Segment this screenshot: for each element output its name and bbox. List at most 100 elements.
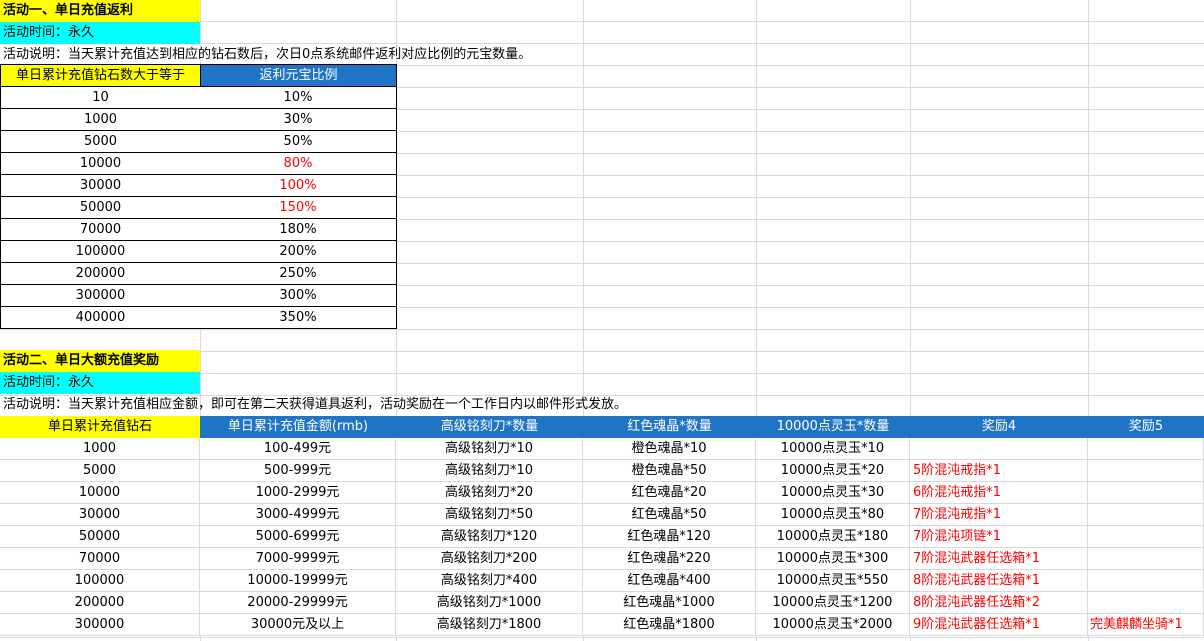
activity1-row-ratio: 300%	[200, 285, 397, 307]
activity1-row-diamonds: 10	[0, 87, 201, 109]
activity1-row-diamonds: 300000	[0, 285, 201, 307]
activity2-row-reward4: 6阶混沌戒指*1	[910, 482, 1088, 504]
activity2-row-amount: 1000-2999元	[200, 482, 396, 504]
activity1-row-ratio: 200%	[200, 241, 397, 263]
activity2-row-reward5	[1088, 570, 1204, 592]
activity1-row-diamonds: 50000	[0, 197, 201, 219]
activity2-row-jade: 10000点灵玉*30	[756, 482, 910, 504]
activity2-row-diamonds: 10000	[0, 482, 200, 504]
activity2-header-amount: 单日累计充值金额(rmb)	[200, 416, 396, 438]
activity2-row-crystal: 红色魂晶*1000	[583, 592, 756, 614]
activity2-header-reward4: 奖励4	[910, 416, 1088, 438]
activity1-row-diamonds: 200000	[0, 263, 201, 285]
activity2-header-reward5: 奖励5	[1088, 416, 1204, 438]
activity2-row-knife: 高级铭刻刀*200	[396, 548, 583, 570]
activity2-row-jade: 10000点灵玉*1200	[756, 592, 910, 614]
grid-line	[0, 637, 1204, 638]
activity2-row-knife: 高级铭刻刀*50	[396, 504, 583, 526]
activity1-row-ratio: 50%	[200, 131, 397, 153]
activity2-row-amount: 20000-29999元	[200, 592, 396, 614]
activity2-row-amount: 5000-6999元	[200, 526, 396, 548]
activity2-row-knife: 高级铭刻刀*120	[396, 526, 583, 548]
activity2-row-crystal: 红色魂晶*120	[583, 526, 756, 548]
activity2-row-reward5	[1088, 460, 1204, 482]
activity1-row-ratio: 150%	[200, 197, 397, 219]
activity2-row-amount: 100-499元	[200, 438, 396, 460]
activity2-row-jade: 10000点灵玉*20	[756, 460, 910, 482]
activity1-row-ratio: 30%	[200, 109, 397, 131]
activity1-row-ratio: 80%	[200, 153, 397, 175]
activity1-row-diamonds: 5000	[0, 131, 201, 153]
activity1-row-ratio: 350%	[200, 307, 397, 329]
activity2-row-reward5	[1088, 482, 1204, 504]
activity2-row-reward5	[1088, 504, 1204, 526]
activity2-row-crystal: 红色魂晶*400	[583, 570, 756, 592]
activity2-row-diamonds: 300000	[0, 614, 200, 636]
activity1-row-ratio: 10%	[200, 87, 397, 109]
activity1-header-diamonds: 单日累计充值钻石数大于等于	[0, 64, 201, 87]
activity2-row-reward4: 7阶混沌戒指*1	[910, 504, 1088, 526]
activity1-row-diamonds: 30000	[0, 175, 201, 197]
spreadsheet-grid: 活动一、单日充值返利 活动时间：永久 活动说明：当天累计充值达到相应的钻石数后，…	[0, 0, 1204, 641]
activity2-row-reward4: 8阶混沌武器任选箱*2	[910, 592, 1088, 614]
activity1-row-ratio: 250%	[200, 263, 397, 285]
activity2-row-reward4: 8阶混沌武器任选箱*1	[910, 570, 1088, 592]
activity1-title: 活动一、单日充值返利	[0, 0, 200, 22]
activity1-row-ratio: 180%	[200, 219, 397, 241]
grid-line	[0, 329, 1204, 330]
activity2-header-jade: 10000点灵玉*数量	[756, 416, 910, 438]
activity2-row-reward5	[1088, 592, 1204, 614]
activity2-row-diamonds: 200000	[0, 592, 200, 614]
activity2-header-diamonds: 单日累计充值钻石	[0, 416, 200, 438]
activity2-row-diamonds: 1000	[0, 438, 200, 460]
activity1-time: 活动时间：永久	[0, 22, 200, 44]
activity1-row-diamonds: 10000	[0, 153, 201, 175]
activity2-row-reward4: 9阶混沌武器任选箱*1	[910, 614, 1088, 636]
activity1-header-ratio: 返利元宝比例	[200, 64, 397, 87]
activity2-row-crystal: 红色魂晶*1800	[583, 614, 756, 636]
activity2-row-crystal: 橙色魂晶*10	[583, 438, 756, 460]
activity2-row-crystal: 红色魂晶*20	[583, 482, 756, 504]
activity2-row-amount: 500-999元	[200, 460, 396, 482]
activity1-row-diamonds: 70000	[0, 219, 201, 241]
activity2-row-amount: 3000-4999元	[200, 504, 396, 526]
activity1-description: 活动说明：当天累计充值达到相应的钻石数后，次日0点系统邮件返利对应比例的元宝数量…	[3, 47, 532, 62]
activity2-row-knife: 高级铭刻刀*10	[396, 438, 583, 460]
activity2-description: 活动说明：当天累计充值相应金额，即可在第二天获得道具返利，活动奖励在一个工作日内…	[3, 397, 628, 412]
activity2-row-diamonds: 30000	[0, 504, 200, 526]
activity2-title: 活动二、单日大额充值奖励	[0, 350, 200, 372]
activity2-row-knife: 高级铭刻刀*400	[396, 570, 583, 592]
activity2-row-reward4: 5阶混沌戒指*1	[910, 460, 1088, 482]
activity1-row-diamonds: 1000	[0, 109, 201, 131]
activity2-row-diamonds: 5000	[0, 460, 200, 482]
activity2-row-reward5	[1088, 438, 1204, 460]
activity2-row-jade: 10000点灵玉*300	[756, 548, 910, 570]
activity2-header-crystal: 红色魂晶*数量	[583, 416, 756, 438]
activity2-row-jade: 10000点灵玉*550	[756, 570, 910, 592]
activity1-row-ratio: 100%	[200, 175, 397, 197]
activity2-row-crystal: 红色魂晶*50	[583, 504, 756, 526]
activity2-row-reward4	[910, 438, 1088, 460]
activity2-row-reward4: 7阶混沌武器任选箱*1	[910, 548, 1088, 570]
activity2-row-diamonds: 100000	[0, 570, 200, 592]
activity2-row-jade: 10000点灵玉*180	[756, 526, 910, 548]
activity2-row-knife: 高级铭刻刀*1800	[396, 614, 583, 636]
activity2-row-knife: 高级铭刻刀*10	[396, 460, 583, 482]
activity1-row-diamonds: 400000	[0, 307, 201, 329]
activity2-row-knife: 高级铭刻刀*1000	[396, 592, 583, 614]
activity1-row-diamonds: 100000	[0, 241, 201, 263]
activity2-row-diamonds: 70000	[0, 548, 200, 570]
activity2-row-crystal: 红色魂晶*220	[583, 548, 756, 570]
activity2-row-reward5	[1088, 526, 1204, 548]
activity2-row-amount: 10000-19999元	[200, 570, 396, 592]
activity2-row-amount: 7000-9999元	[200, 548, 396, 570]
activity2-row-reward5	[1088, 548, 1204, 570]
activity2-header-knife: 高级铭刻刀*数量	[396, 416, 583, 438]
activity2-row-diamonds: 50000	[0, 526, 200, 548]
activity2-row-knife: 高级铭刻刀*20	[396, 482, 583, 504]
activity2-row-jade: 10000点灵玉*2000	[756, 614, 910, 636]
activity2-row-jade: 10000点灵玉*80	[756, 504, 910, 526]
activity2-row-reward4: 7阶混沌项链*1	[910, 526, 1088, 548]
activity2-row-reward5: 完美麒麟坐骑*1	[1088, 614, 1204, 636]
activity2-row-amount: 30000元及以上	[200, 614, 396, 636]
